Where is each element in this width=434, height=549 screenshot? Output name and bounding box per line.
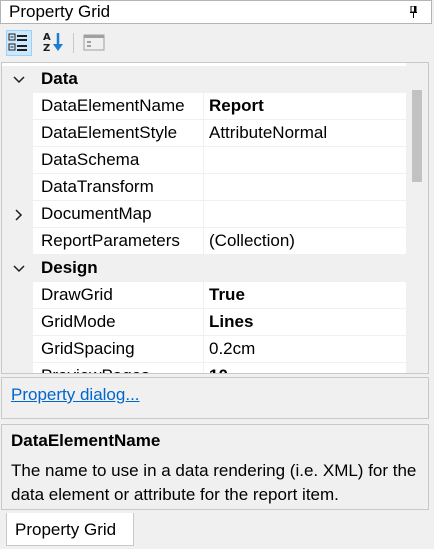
alphabetical-sort-icon: A Z [43,32,63,54]
property-value[interactable]: (Collection) [209,231,295,251]
property-value[interactable]: 0.2cm [209,339,255,359]
property-row[interactable]: GridMode Lines [2,309,406,336]
row-gutter [2,363,33,373]
column-divider [203,282,204,309]
column-divider [203,147,204,174]
row-gutter [2,174,33,201]
property-name: DocumentMap [41,204,152,223]
property-name: PreviewPages [41,366,150,373]
column-divider [203,174,204,201]
property-pages-button [82,30,108,56]
row-gutter [2,147,33,174]
property-row[interactable]: GridSpacing 0.2cm [2,336,406,363]
property-row[interactable]: DrawGrid True [2,282,406,309]
description-pane: DataElementName The name to use in a dat… [1,424,429,510]
property-grid-toolbar: A Z [0,24,434,62]
property-row[interactable]: DataSchema [2,147,406,174]
property-name: ReportParameters [41,231,180,250]
property-row[interactable]: PreviewPages 10 [2,363,406,373]
column-divider [203,93,204,120]
vertical-scrollbar[interactable] [406,63,428,373]
pin-icon[interactable] [410,6,417,18]
row-gutter [2,228,33,255]
column-divider [203,309,204,336]
property-value[interactable]: Lines [209,312,253,332]
property-name: DataElementStyle [41,123,178,142]
property-name: DrawGrid [41,285,113,304]
property-row[interactable]: ReportParameters (Collection) [2,228,406,255]
property-grid: Data DataElementName Report DataElementStyl… [1,62,429,374]
column-divider [203,228,204,255]
column-divider [203,120,204,147]
commands-pane: Property dialog... [1,377,429,419]
chevron-down-icon[interactable] [12,73,26,87]
row-gutter [2,309,33,336]
column-divider [203,201,204,228]
category-row-design[interactable]: Design [2,255,406,282]
tab-label: Property Grid [15,520,117,539]
categorized-view-icon [8,33,27,51]
panel-title: Property Grid [9,2,111,21]
panel-title-bar: Property Grid [0,0,432,24]
property-value[interactable]: True [209,285,245,305]
category-row-data[interactable]: Data [2,66,406,93]
property-dialog-link[interactable]: Property dialog... [11,385,140,405]
property-value[interactable]: 10 [209,366,228,373]
categorized-button[interactable] [6,30,32,56]
description-title: DataElementName [11,431,161,450]
property-row[interactable]: DataElementStyle AttributeNormal [2,120,406,147]
column-divider [203,336,204,363]
property-pages-icon [83,34,105,51]
category-label: Design [41,258,98,277]
property-name: GridSpacing [41,339,135,358]
property-name: DataElementName [41,96,185,115]
row-gutter [2,282,33,309]
svg-text:A: A [43,32,51,43]
chevron-right-icon[interactable] [12,208,26,222]
alphabetical-button[interactable]: A Z [41,30,67,56]
property-row[interactable]: DataElementName Report [2,93,406,120]
column-divider [203,363,204,373]
property-value[interactable]: AttributeNormal [209,123,327,143]
property-value[interactable]: Report [209,96,264,116]
property-row[interactable]: DataTransform [2,174,406,201]
row-gutter [2,120,33,147]
property-row[interactable]: DocumentMap [2,201,406,228]
category-label: Data [41,69,78,88]
property-name: DataSchema [41,150,140,169]
tab-property-grid[interactable]: Property Grid [6,513,134,546]
scrollbar-thumb[interactable] [412,90,422,182]
description-text: The name to use in a data rendering (i.e… [11,461,417,504]
chevron-down-icon[interactable] [12,262,26,276]
row-gutter [2,93,33,120]
tab-strip: Property Grid [0,511,434,549]
property-name: DataTransform [41,177,154,196]
toolbar-separator [73,33,74,53]
property-name: GridMode [41,312,116,331]
row-gutter [2,336,33,363]
svg-text:Z: Z [43,43,50,54]
